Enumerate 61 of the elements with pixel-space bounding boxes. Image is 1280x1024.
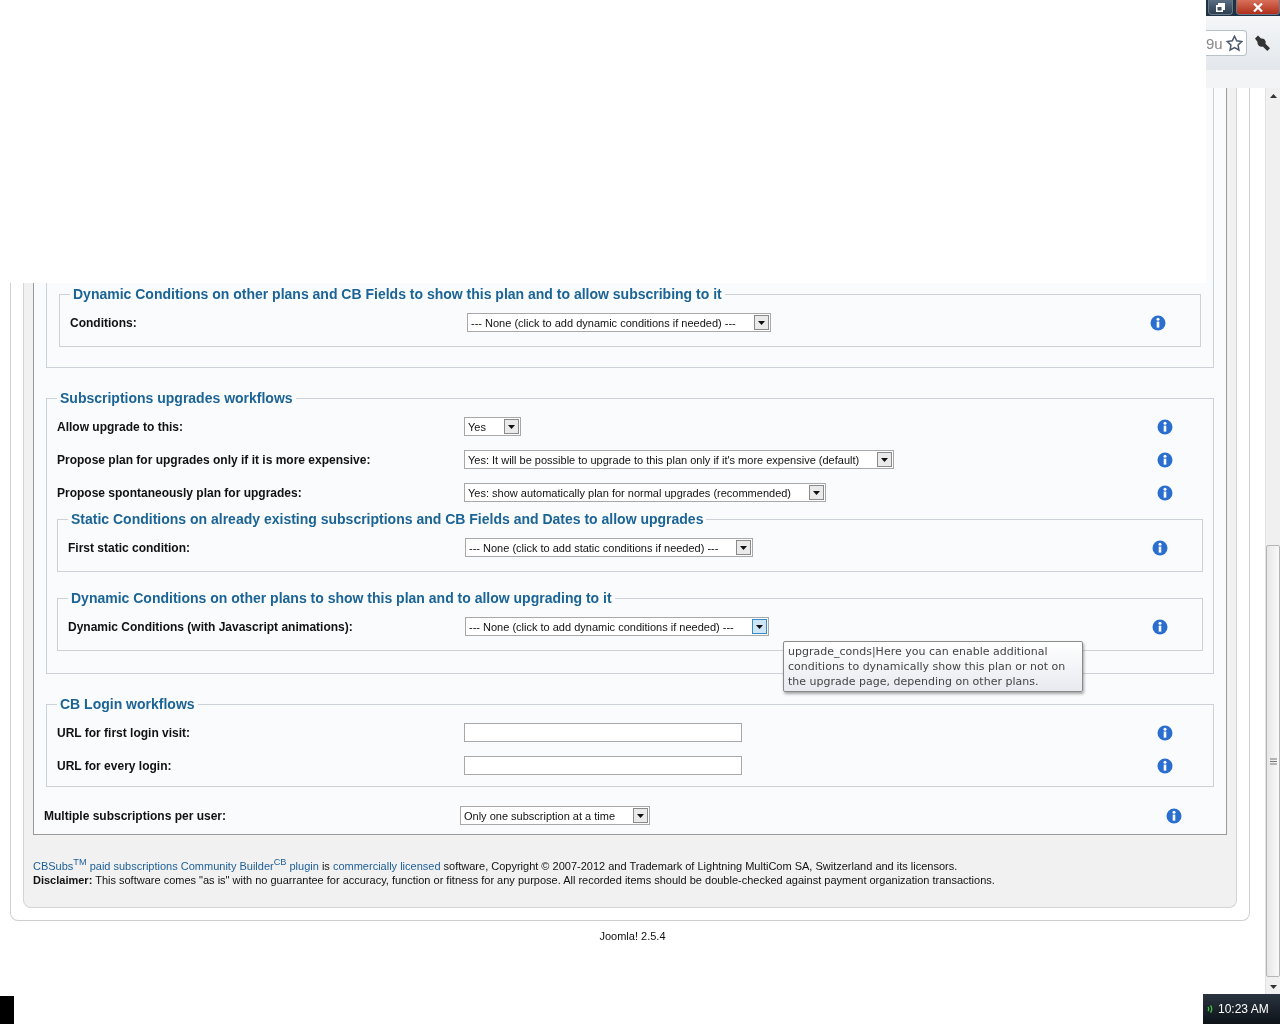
input-field[interactable] [464,723,742,742]
dropdown[interactable]: --- None (click to add dynamic conditions if needed) --- [465,617,769,636]
section-legend: Dynamic Conditions on other plans and CB Fields to show this plan and to allow subscribing to it [70,286,725,302]
footer-link[interactable]: commercially licensed [332,859,441,872]
dropdown[interactable]: --- None (click to add dynamic conditions if needed) --- [467,313,771,332]
info-icon[interactable] [1157,757,1173,774]
dropdown[interactable]: Yes: It will be possible to upgrade to this plan only if it's more expensive (default) [464,450,895,469]
star-icon[interactable] [1225,34,1243,52]
clock-time[interactable]: 10:23 AM [1218,1002,1269,1016]
close-icon [1253,2,1263,12]
caret-icon [813,490,821,495]
restore-icon [1216,2,1225,12]
info-icon[interactable] [1157,724,1173,741]
footer-text: is [320,859,331,872]
caret-icon [755,624,763,629]
dropdown[interactable]: --- None (click to add static conditions if needed) --- [465,538,754,557]
field-label: Conditions: [70,315,138,330]
field-label: Allow upgrade to this: [57,419,184,434]
section-legend: Subscriptions upgrades workflows [57,390,296,406]
field-label: Propose spontaneously plan for upgrades: [57,485,303,500]
field-label: Multiple subscriptions per user: [44,808,228,823]
caret-icon [881,457,889,462]
signal-icon[interactable] [1207,1004,1213,1014]
field-label: Dynamic Conditions (with Javascript animations): [68,619,354,634]
scroll-down-icon[interactable] [1269,984,1277,989]
address-bar[interactable]: 9u [1206,30,1247,56]
scroll-up-icon[interactable] [1269,93,1277,98]
section-legend: CB Login workflows [57,696,198,712]
dropdown[interactable]: Only one subscription at a time [460,806,651,825]
scrollbar-thumb[interactable] [1266,545,1280,977]
info-icon[interactable] [1150,314,1166,331]
caret-icon [637,813,645,818]
version-text: Joomla! 2.5.4 [598,929,667,942]
info-icon[interactable] [1157,418,1173,435]
field-label: URL for first login visit: [57,725,192,740]
info-icon[interactable] [1157,484,1173,501]
close-button[interactable] [1236,0,1280,15]
caret-icon [740,545,748,550]
caret-icon [507,424,515,429]
disclaimer-text: Disclaimer: This software comes "as is" with no guarrantee for accuracy, function or fitness for any purpose. All recorded items should be double-checked against payment organization transactions. [33,872,996,887]
taskbar-edge [0,996,14,1024]
section-legend: Static Conditions on already existing subscriptions and CB Fields and Dates to allow upgrades [68,511,707,527]
scrollbar[interactable] [1265,88,1280,994]
url-text: 9u [1206,34,1223,52]
info-icon[interactable] [1166,807,1182,824]
footer-text: software, Copyright © 2007-2012 and Trademark of Lightning MultiCom SA, Switzerland and its licensors. [442,859,958,872]
field-label: First static condition: [68,540,191,555]
input-field[interactable] [464,756,742,775]
footer-link[interactable]: CBSubs$^{TM}$ paid subscriptions Community Builder$^{CB}$ plugin [33,859,319,872]
dropdown[interactable]: Yes: show automatically plan for normal upgrades (recommended) [464,483,827,502]
caret-icon [757,320,765,325]
info-icon[interactable] [1157,451,1173,468]
grip-icon [1269,757,1277,765]
section-legend: Dynamic Conditions on other plans to show this plan and to allow upgrading to it [68,590,615,606]
tooltip: upgrade_conds|Here you can enable additional conditions to dynamically show this plan or not on the upgrade page, depending on other plans. [783,641,1083,692]
field-label: URL for every login: [57,758,173,773]
field-label: Propose plan for upgrades only if it is more expensive: [57,452,372,467]
info-icon[interactable] [1152,618,1168,635]
info-icon[interactable] [1152,539,1168,556]
restore-button[interactable] [1208,0,1233,15]
dropdown[interactable]: Yes [464,417,521,436]
